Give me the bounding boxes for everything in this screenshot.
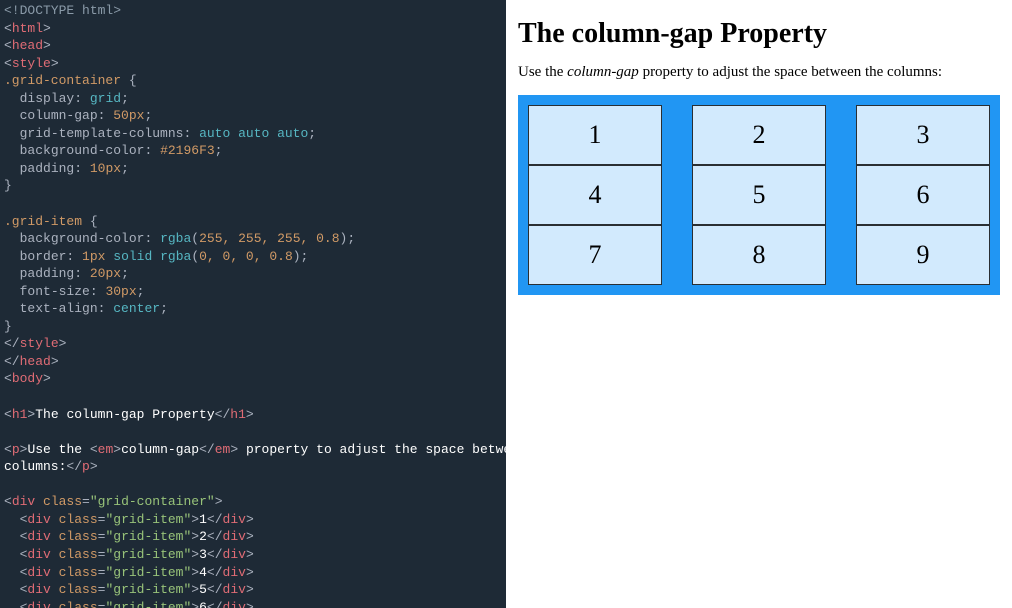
css-args: 0, 0, 0, 0.8 <box>199 249 293 264</box>
p-close: p <box>82 459 90 474</box>
css-val: solid <box>113 249 152 264</box>
css-func: rgba <box>160 231 191 246</box>
em-close: em <box>215 442 231 457</box>
grid-cell: 9 <box>856 225 990 285</box>
style-close-tag: style <box>20 336 59 351</box>
p-open: p <box>12 442 20 457</box>
doctype-line: <!DOCTYPE html> <box>4 3 121 18</box>
grid-cell: 3 <box>856 105 990 165</box>
css-val: 1px <box>82 249 105 264</box>
body-open-tag: body <box>12 371 43 386</box>
p-text: Use the <box>27 442 89 457</box>
css-val: 10px <box>90 161 121 176</box>
css-args: 255, 255, 255, 0.8 <box>199 231 339 246</box>
page-title: The column-gap Property <box>518 18 1000 50</box>
p-text: property to adjust the space between the <box>238 442 506 457</box>
split-layout: <!DOCTYPE html> <html> <head> <style> .g… <box>0 0 1012 608</box>
css-prop: background-color <box>20 143 145 158</box>
class-val: grid-container <box>98 494 207 509</box>
html-open-tag: html <box>12 21 43 36</box>
grid-cell: 7 <box>528 225 662 285</box>
code-editor-pane[interactable]: <!DOCTYPE html> <html> <head> <style> .g… <box>0 0 506 608</box>
css-val: #2196F3 <box>160 143 215 158</box>
h1-open: h1 <box>12 407 28 422</box>
css-prop: padding <box>20 161 75 176</box>
class-attr: class <box>43 494 82 509</box>
preview-pane: The column-gap Property Use the column-g… <box>506 0 1012 608</box>
source-code: <!DOCTYPE html> <html> <head> <style> .g… <box>4 2 502 608</box>
grid-cell: 1 <box>528 105 662 165</box>
grid-cell: 8 <box>692 225 826 285</box>
grid-cell: 4 <box>528 165 662 225</box>
em-open: em <box>98 442 114 457</box>
selector-grid-container: .grid-container <box>4 73 121 88</box>
css-prop: grid-template-columns <box>20 126 184 141</box>
css-prop: font-size <box>20 284 90 299</box>
css-prop: display <box>20 91 75 106</box>
para-text: property to adjust the space between the… <box>639 64 942 80</box>
css-val: 50px <box>113 108 144 123</box>
grid-container: 123 456 789 <box>518 95 1000 295</box>
h1-text: The column-gap Property <box>35 407 214 422</box>
css-val: grid <box>90 91 121 106</box>
head-open-tag: head <box>12 38 43 53</box>
grid-cell: 6 <box>856 165 990 225</box>
css-val: center <box>113 301 160 316</box>
div-open: div <box>12 494 35 509</box>
css-val: auto auto auto <box>199 126 308 141</box>
grid-cell: 2 <box>692 105 826 165</box>
css-func: rgba <box>160 249 191 264</box>
selector-grid-item: .grid-item <box>4 214 82 229</box>
p-text: columns: <box>4 459 66 474</box>
em-text: column-gap <box>121 442 199 457</box>
page-subtitle: Use the column-gap property to adjust th… <box>518 64 1000 81</box>
grid-cell: 5 <box>692 165 826 225</box>
css-prop: column-gap <box>20 108 98 123</box>
css-prop: text-align <box>20 301 98 316</box>
h1-close: h1 <box>230 407 246 422</box>
css-prop: background-color <box>20 231 145 246</box>
para-text: Use the <box>518 64 567 80</box>
css-val: 30px <box>105 284 136 299</box>
css-val: 20px <box>90 266 121 281</box>
head-close-tag: head <box>20 354 51 369</box>
css-prop: padding <box>20 266 75 281</box>
para-em: column-gap <box>567 64 639 80</box>
style-open-tag: style <box>12 56 51 71</box>
css-prop: border <box>20 249 67 264</box>
